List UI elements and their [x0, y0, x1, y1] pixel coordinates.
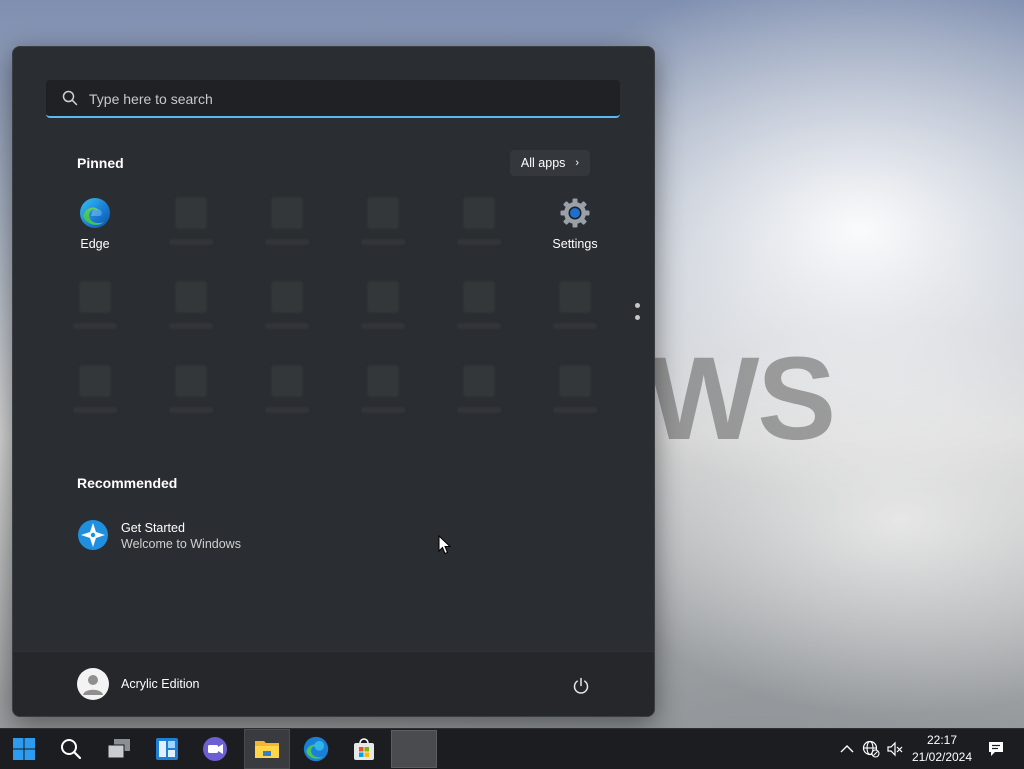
start-menu-footer: Acrylic Edition	[13, 651, 654, 716]
taskbar-search-button[interactable]	[48, 729, 94, 769]
task-view-button[interactable]	[96, 729, 142, 769]
pinned-app-placeholder	[527, 361, 623, 443]
taskbar: 22:17 21/02/2024	[0, 728, 1024, 769]
start-menu: Type here to search Pinned All apps › Ed…	[12, 46, 655, 717]
taskbar-app-placeholder[interactable]	[391, 730, 437, 768]
edge-icon	[80, 198, 110, 228]
pinned-app-placeholder	[335, 361, 431, 443]
pinned-app-placeholder	[143, 361, 239, 443]
pinned-app-placeholder	[143, 277, 239, 359]
teams-chat-button[interactable]	[192, 729, 238, 769]
pinned-app-edge[interactable]: Edge	[47, 193, 143, 275]
pinned-app-label: Settings	[552, 237, 598, 251]
file-explorer-button[interactable]	[244, 729, 290, 769]
pinned-app-placeholder	[47, 277, 143, 359]
search-icon	[61, 739, 82, 760]
edge-icon	[303, 736, 329, 762]
pinned-app-placeholder	[143, 193, 239, 275]
teams-chat-icon	[203, 737, 227, 761]
pinned-app-placeholder	[47, 361, 143, 443]
pinned-app-placeholder	[431, 193, 527, 275]
pinned-app-label: Edge	[80, 237, 110, 251]
pinned-app-settings[interactable]: Settings	[527, 193, 623, 275]
recommended-item-get-started[interactable]: Get Started Welcome to Windows	[77, 518, 277, 558]
search-icon	[62, 90, 78, 106]
wallpaper-logo-text: WS	[648, 333, 836, 465]
microsoft-store-button[interactable]	[341, 729, 387, 769]
pinned-app-placeholder	[239, 193, 335, 275]
start-button[interactable]	[1, 729, 47, 769]
pinned-app-placeholder	[527, 277, 623, 359]
pinned-app-placeholder	[431, 277, 527, 359]
microsoft-store-icon	[354, 738, 374, 760]
pinned-apps-grid: Edge Settings	[47, 193, 623, 433]
recommended-item-title: Get Started	[121, 521, 185, 535]
clock-date: 21/02/2024	[911, 750, 973, 764]
widgets-icon	[156, 738, 178, 760]
page-dot[interactable]	[635, 303, 640, 308]
settings-gear-icon	[560, 198, 590, 228]
widgets-button[interactable]	[144, 729, 190, 769]
chevron-right-icon: ›	[575, 157, 580, 169]
taskbar-clock[interactable]: 22:17 21/02/2024	[902, 732, 982, 766]
clock-time: 22:17	[926, 733, 958, 747]
all-apps-label: All apps	[520, 156, 566, 170]
start-windows-icon	[13, 738, 35, 760]
notification-center-icon[interactable]	[987, 740, 1005, 758]
pinned-app-placeholder	[239, 361, 335, 443]
all-apps-button[interactable]: All apps ›	[510, 150, 590, 176]
mouse-cursor-icon	[438, 535, 452, 555]
recommended-heading: Recommended	[77, 475, 178, 491]
search-placeholder: Type here to search	[89, 91, 213, 107]
user-icon	[83, 675, 103, 695]
chevron-up-icon[interactable]	[838, 740, 856, 758]
network-globe-icon[interactable]	[862, 740, 880, 758]
pinned-page-indicator[interactable]	[635, 303, 641, 333]
power-icon[interactable]	[571, 676, 591, 696]
recommended-item-subtitle: Welcome to Windows	[121, 537, 241, 551]
pinned-app-placeholder	[431, 361, 527, 443]
pinned-app-placeholder	[335, 277, 431, 359]
pinned-heading: Pinned	[77, 155, 124, 171]
page-dot[interactable]	[635, 315, 640, 320]
task-view-icon	[107, 739, 130, 759]
search-input[interactable]: Type here to search	[46, 80, 620, 118]
pinned-app-placeholder	[239, 277, 335, 359]
user-avatar[interactable]	[77, 668, 109, 700]
get-started-icon	[78, 520, 108, 550]
file-explorer-icon	[255, 741, 279, 758]
edge-taskbar-button[interactable]	[293, 729, 339, 769]
user-name[interactable]: Acrylic Edition	[121, 677, 200, 691]
pinned-app-placeholder	[335, 193, 431, 275]
